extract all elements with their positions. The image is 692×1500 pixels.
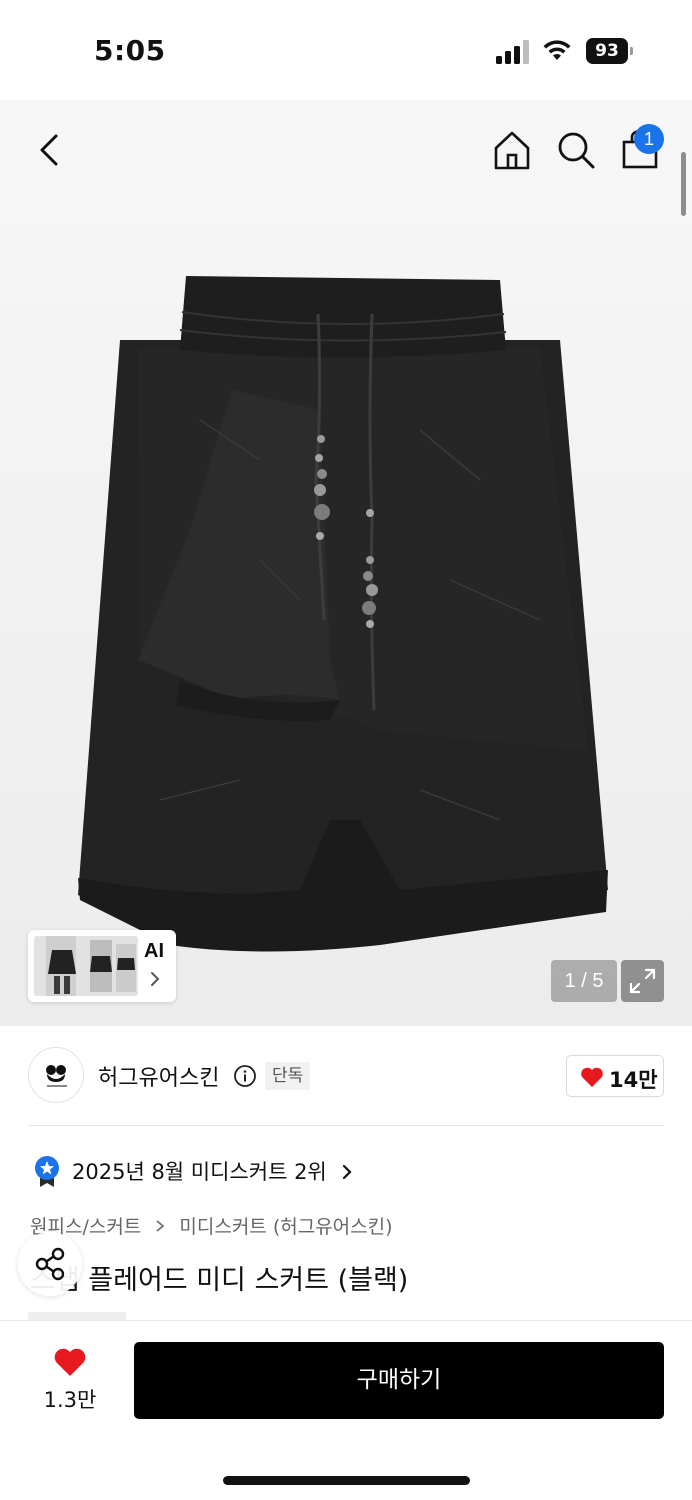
breadcrumb-subcategory[interactable]: 미디스커트 (허그유어스킨) — [179, 1216, 392, 1238]
section-divider — [28, 1125, 664, 1126]
product-image-gallery[interactable] — [0, 100, 692, 1026]
wishlist-count: 1.3만 — [43, 1388, 97, 1412]
home-indicator — [223, 1476, 470, 1485]
breadcrumb: 원피스/스커트 미디스커트 (허그유어스킨) — [30, 1212, 393, 1239]
home-icon[interactable] — [490, 128, 534, 172]
exclusive-badge: 단독 — [265, 1062, 311, 1090]
info-icon[interactable] — [233, 1064, 257, 1088]
chevron-right-icon — [151, 972, 160, 986]
product-photo-skirt — [78, 276, 608, 952]
brand-like-count: 14만 — [609, 1068, 658, 1092]
buy-button[interactable]: 구매하기 — [134, 1342, 664, 1419]
image-page-counter: 1 / 5 — [551, 960, 617, 1002]
product-title: 스냅 플레어드 미디 스커트 (블랙) — [30, 1265, 409, 1296]
battery-level: 93 — [586, 38, 628, 64]
search-icon[interactable] — [554, 128, 598, 172]
heart-icon[interactable] — [52, 1346, 88, 1378]
expand-icon[interactable] — [621, 960, 664, 1002]
cart-count-badge: 1 — [634, 124, 664, 154]
chevron-right-icon — [342, 1164, 352, 1180]
ranking-link[interactable]: 2025년 8월 미디스커트 2위 — [30, 1152, 390, 1190]
status-bar: 5:05 93 — [0, 0, 692, 100]
wifi-icon — [543, 40, 571, 60]
ranking-text: 2025년 8월 미디스커트 2위 — [72, 1160, 327, 1184]
cellular-signal-icon — [496, 40, 529, 64]
share-icon — [35, 1247, 65, 1281]
brand-name[interactable]: 허그유어스킨 — [98, 1060, 219, 1092]
heart-icon — [581, 1067, 603, 1087]
battery-icon: 93 — [586, 38, 634, 64]
back-icon[interactable] — [32, 128, 68, 172]
lookbook-preview-image — [34, 936, 138, 996]
chevron-right-icon — [156, 1219, 165, 1232]
status-time: 5:05 — [94, 34, 166, 67]
brand-like-button[interactable]: 14만 — [566, 1055, 664, 1097]
brand-logo[interactable] — [28, 1047, 84, 1103]
share-button[interactable] — [18, 1232, 82, 1296]
ranking-medal-icon — [35, 1156, 59, 1187]
ai-label: AI — [144, 940, 164, 962]
scroll-indicator — [681, 152, 686, 216]
